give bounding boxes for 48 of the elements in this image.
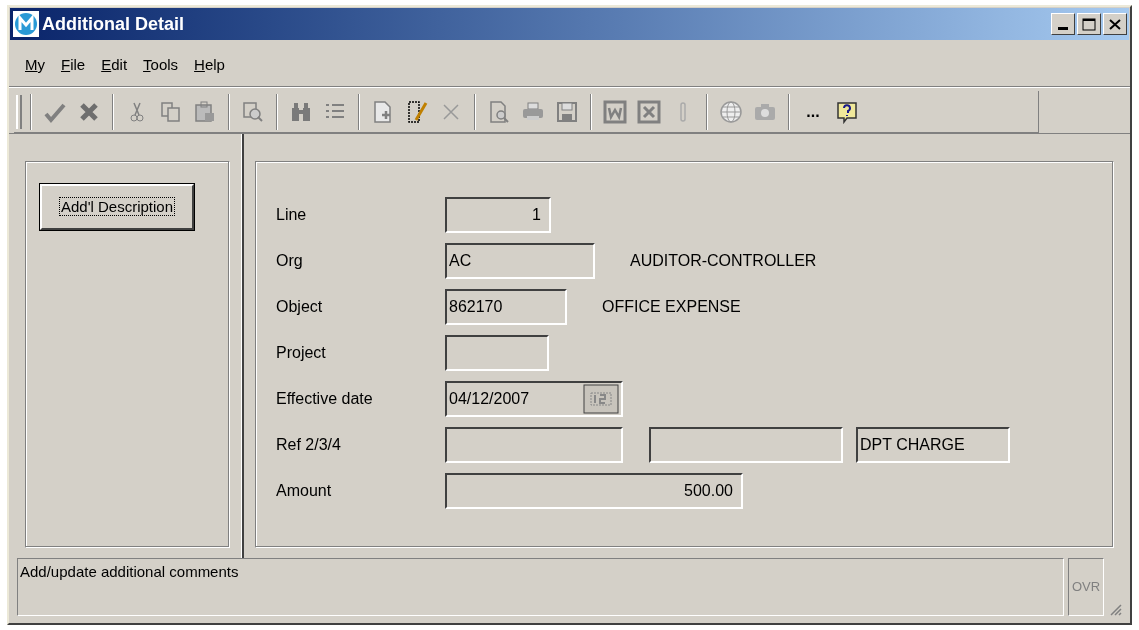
paperclip-icon [679,101,687,122]
input-field[interactable] [649,427,843,463]
magnifier-document-icon [241,99,265,124]
field-label: Project [276,343,327,363]
menu-item[interactable]: File [61,54,86,77]
field-label: Effective date [276,389,374,409]
document-w-icon [603,99,627,124]
input-field[interactable] [445,427,623,463]
copy-icon [159,99,183,124]
date-field[interactable]: 04/12/2007 [445,381,623,417]
field-label: Line [276,205,308,225]
minimize-icon [1058,27,1068,30]
clipboard-icon [193,99,217,124]
input-field[interactable]: AC [445,243,595,279]
input-field[interactable]: 500.00 [445,473,743,509]
description-button[interactable]: Add'l Description [40,184,194,230]
field-description: OFFICE EXPENSE [602,297,741,317]
window-title: Additional Detail [42,12,184,36]
field-label: Org [276,251,304,271]
maximize-button[interactable] [1077,13,1101,35]
input-field[interactable]: 862170 [445,289,567,325]
field-description: AUDITOR-CONTROLLER [630,251,817,271]
input-field[interactable]: DPT CHARGE [856,427,1010,463]
menu-item[interactable]: My [25,54,45,77]
toolbar-grip[interactable] [16,94,22,129]
app-logo-icon [13,11,39,37]
resize-grip-icon [1108,602,1122,616]
more-button[interactable]: ... [796,94,830,129]
globe-icon [719,99,743,124]
maximize-icon [1082,17,1096,31]
minimize-button[interactable] [1051,13,1075,35]
calendar-icon[interactable] [583,384,619,414]
mode-text: OVR [1071,578,1101,597]
close-button[interactable] [1103,13,1127,35]
pencil-document-icon [405,99,429,124]
input-field[interactable] [445,335,549,371]
field-label: Object [276,297,324,317]
field-label: Amount [276,481,333,501]
field-label: Ref 2/3/4 [276,435,342,455]
input-field[interactable]: 1 [445,197,551,233]
print-preview-icon [487,99,511,124]
menu-item[interactable]: Help [194,54,225,77]
spreadsheet-x-icon [637,99,661,124]
menu-item[interactable]: Tools [143,54,179,77]
help-icon [835,99,859,124]
status-message: Add/update additional comments [20,563,239,580]
close-icon [1109,18,1121,30]
menu-item[interactable]: Edit [101,54,128,77]
